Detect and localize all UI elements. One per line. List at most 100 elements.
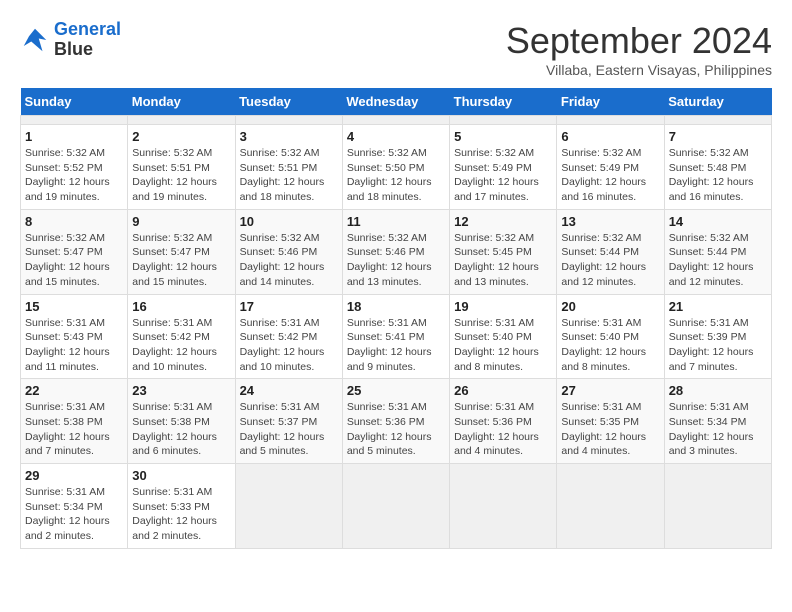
day-number: 15	[25, 299, 123, 314]
weekday-header-saturday: Saturday	[664, 88, 771, 116]
calendar-cell	[342, 116, 449, 125]
calendar-cell: 3 Sunrise: 5:32 AM Sunset: 5:51 PM Daylig…	[235, 125, 342, 210]
day-info: Sunrise: 5:31 AM Sunset: 5:36 PM Dayligh…	[347, 400, 445, 459]
calendar-cell	[664, 116, 771, 125]
day-info: Sunrise: 5:32 AM Sunset: 5:51 PM Dayligh…	[132, 146, 230, 205]
day-info: Sunrise: 5:31 AM Sunset: 5:42 PM Dayligh…	[132, 316, 230, 375]
day-info: Sunrise: 5:32 AM Sunset: 5:47 PM Dayligh…	[25, 231, 123, 290]
day-number: 29	[25, 468, 123, 483]
day-info: Sunrise: 5:31 AM Sunset: 5:35 PM Dayligh…	[561, 400, 659, 459]
calendar-cell	[21, 116, 128, 125]
weekday-header-monday: Monday	[128, 88, 235, 116]
day-info: Sunrise: 5:32 AM Sunset: 5:44 PM Dayligh…	[669, 231, 767, 290]
day-number: 11	[347, 214, 445, 229]
day-number: 16	[132, 299, 230, 314]
day-info: Sunrise: 5:32 AM Sunset: 5:48 PM Dayligh…	[669, 146, 767, 205]
day-info: Sunrise: 5:31 AM Sunset: 5:38 PM Dayligh…	[25, 400, 123, 459]
day-number: 27	[561, 383, 659, 398]
calendar-cell: 29 Sunrise: 5:31 AM Sunset: 5:34 PM Dayli…	[21, 464, 128, 549]
calendar-header-row: SundayMondayTuesdayWednesdayThursdayFrid…	[21, 88, 772, 116]
month-title: September 2024	[506, 20, 772, 62]
day-info: Sunrise: 5:32 AM Sunset: 5:44 PM Dayligh…	[561, 231, 659, 290]
calendar-cell: 26 Sunrise: 5:31 AM Sunset: 5:36 PM Dayli…	[450, 379, 557, 464]
calendar-cell: 17 Sunrise: 5:31 AM Sunset: 5:42 PM Dayli…	[235, 294, 342, 379]
calendar-cell	[235, 464, 342, 549]
calendar-cell: 23Sunrise: 5:31 AM Sunset: 5:38 PM Dayli…	[128, 379, 235, 464]
calendar-cell: 14Sunrise: 5:32 AM Sunset: 5:44 PM Dayli…	[664, 209, 771, 294]
day-info: Sunrise: 5:31 AM Sunset: 5:34 PM Dayligh…	[25, 485, 123, 544]
calendar-cell: 16 Sunrise: 5:31 AM Sunset: 5:42 PM Dayli…	[128, 294, 235, 379]
day-info: Sunrise: 5:31 AM Sunset: 5:43 PM Dayligh…	[25, 316, 123, 375]
calendar-cell	[450, 464, 557, 549]
calendar-cell: 28Sunrise: 5:31 AM Sunset: 5:34 PM Dayli…	[664, 379, 771, 464]
day-number: 8	[25, 214, 123, 229]
logo-text: GeneralBlue	[54, 20, 121, 60]
day-info: Sunrise: 5:31 AM Sunset: 5:42 PM Dayligh…	[240, 316, 338, 375]
calendar-cell: 27 Sunrise: 5:31 AM Sunset: 5:35 PM Dayli…	[557, 379, 664, 464]
day-info: Sunrise: 5:31 AM Sunset: 5:40 PM Dayligh…	[561, 316, 659, 375]
calendar-table: SundayMondayTuesdayWednesdayThursdayFrid…	[20, 88, 772, 549]
calendar-cell: 2 Sunrise: 5:32 AM Sunset: 5:51 PM Daylig…	[128, 125, 235, 210]
calendar-week-5: 22Sunrise: 5:31 AM Sunset: 5:38 PM Dayli…	[21, 379, 772, 464]
calendar-cell: 22Sunrise: 5:31 AM Sunset: 5:38 PM Dayli…	[21, 379, 128, 464]
calendar-week-2: 1 Sunrise: 5:32 AM Sunset: 5:52 PM Daylig…	[21, 125, 772, 210]
day-info: Sunrise: 5:32 AM Sunset: 5:45 PM Dayligh…	[454, 231, 552, 290]
calendar-cell: 6 Sunrise: 5:32 AM Sunset: 5:49 PM Daylig…	[557, 125, 664, 210]
day-number: 5	[454, 129, 552, 144]
calendar-cell: 7 Sunrise: 5:32 AM Sunset: 5:48 PM Daylig…	[664, 125, 771, 210]
day-number: 3	[240, 129, 338, 144]
calendar-cell: 15 Sunrise: 5:31 AM Sunset: 5:43 PM Dayli…	[21, 294, 128, 379]
day-info: Sunrise: 5:31 AM Sunset: 5:36 PM Dayligh…	[454, 400, 552, 459]
day-number: 7	[669, 129, 767, 144]
weekday-header-thursday: Thursday	[450, 88, 557, 116]
calendar-week-6: 29 Sunrise: 5:31 AM Sunset: 5:34 PM Dayli…	[21, 464, 772, 549]
day-info: Sunrise: 5:32 AM Sunset: 5:46 PM Dayligh…	[240, 231, 338, 290]
calendar-cell: 13Sunrise: 5:32 AM Sunset: 5:44 PM Dayli…	[557, 209, 664, 294]
calendar-cell: 25 Sunrise: 5:31 AM Sunset: 5:36 PM Dayli…	[342, 379, 449, 464]
logo-icon	[20, 25, 50, 55]
calendar-cell: 8 Sunrise: 5:32 AM Sunset: 5:47 PM Daylig…	[21, 209, 128, 294]
calendar-week-4: 15 Sunrise: 5:31 AM Sunset: 5:43 PM Dayli…	[21, 294, 772, 379]
weekday-header-wednesday: Wednesday	[342, 88, 449, 116]
day-number: 20	[561, 299, 659, 314]
day-info: Sunrise: 5:32 AM Sunset: 5:47 PM Dayligh…	[132, 231, 230, 290]
day-info: Sunrise: 5:32 AM Sunset: 5:50 PM Dayligh…	[347, 146, 445, 205]
day-number: 19	[454, 299, 552, 314]
day-number: 25	[347, 383, 445, 398]
calendar-cell: 18Sunrise: 5:31 AM Sunset: 5:41 PM Dayli…	[342, 294, 449, 379]
day-number: 28	[669, 383, 767, 398]
calendar-cell: 10 Sunrise: 5:32 AM Sunset: 5:46 PM Dayli…	[235, 209, 342, 294]
calendar-cell: 4Sunrise: 5:32 AM Sunset: 5:50 PM Daylig…	[342, 125, 449, 210]
day-number: 23	[132, 383, 230, 398]
logo: GeneralBlue	[20, 20, 121, 60]
day-number: 6	[561, 129, 659, 144]
day-info: Sunrise: 5:31 AM Sunset: 5:40 PM Dayligh…	[454, 316, 552, 375]
day-number: 10	[240, 214, 338, 229]
day-number: 30	[132, 468, 230, 483]
calendar-cell: 30Sunrise: 5:31 AM Sunset: 5:33 PM Dayli…	[128, 464, 235, 549]
day-number: 17	[240, 299, 338, 314]
calendar-week-1	[21, 116, 772, 125]
day-number: 2	[132, 129, 230, 144]
calendar-cell	[128, 116, 235, 125]
calendar-cell	[342, 464, 449, 549]
page-header: GeneralBlue September 2024 Villaba, East…	[20, 20, 772, 78]
day-number: 12	[454, 214, 552, 229]
day-info: Sunrise: 5:32 AM Sunset: 5:49 PM Dayligh…	[454, 146, 552, 205]
calendar-cell: 5 Sunrise: 5:32 AM Sunset: 5:49 PM Daylig…	[450, 125, 557, 210]
calendar-cell: 21Sunrise: 5:31 AM Sunset: 5:39 PM Dayli…	[664, 294, 771, 379]
day-number: 26	[454, 383, 552, 398]
location: Villaba, Eastern Visayas, Philippines	[506, 62, 772, 78]
calendar-week-3: 8 Sunrise: 5:32 AM Sunset: 5:47 PM Daylig…	[21, 209, 772, 294]
day-info: Sunrise: 5:32 AM Sunset: 5:51 PM Dayligh…	[240, 146, 338, 205]
day-info: Sunrise: 5:32 AM Sunset: 5:46 PM Dayligh…	[347, 231, 445, 290]
calendar-cell	[557, 116, 664, 125]
day-info: Sunrise: 5:32 AM Sunset: 5:52 PM Dayligh…	[25, 146, 123, 205]
weekday-header-friday: Friday	[557, 88, 664, 116]
weekday-header-sunday: Sunday	[21, 88, 128, 116]
day-info: Sunrise: 5:32 AM Sunset: 5:49 PM Dayligh…	[561, 146, 659, 205]
day-number: 1	[25, 129, 123, 144]
title-block: September 2024 Villaba, Eastern Visayas,…	[506, 20, 772, 78]
calendar-cell: 1 Sunrise: 5:32 AM Sunset: 5:52 PM Daylig…	[21, 125, 128, 210]
calendar-cell	[450, 116, 557, 125]
